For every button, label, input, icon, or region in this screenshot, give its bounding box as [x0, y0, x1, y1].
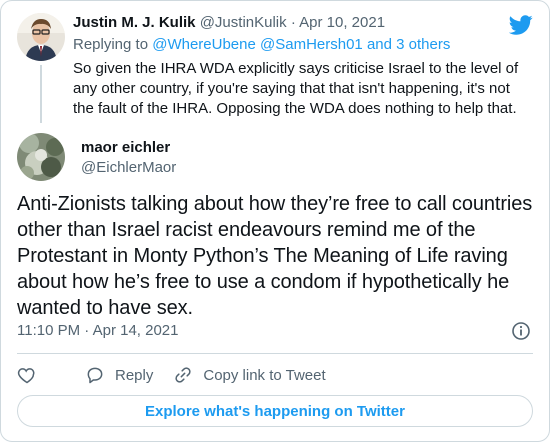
twitter-bird-icon[interactable] [508, 13, 533, 37]
main-author-handle[interactable]: @EichlerMaor [81, 158, 176, 178]
like-button[interactable] [17, 365, 47, 385]
divider [17, 353, 533, 354]
main-author: maor eichler @EichlerMaor [81, 138, 176, 178]
embedded-tweet-card: Justin M. J. Kulik @JustinKulik · Apr 10… [0, 0, 550, 442]
tweet-actions: Reply Copy link to Tweet [17, 363, 346, 387]
replying-to: Replying to @WhereUbene @SamHersh01 and … [73, 35, 533, 55]
copy-link-label: Copy link to Tweet [203, 366, 326, 384]
parent-author-name[interactable]: Justin M. J. Kulik [73, 14, 196, 31]
explore-twitter-button[interactable]: Explore what's happening on Twitter [17, 395, 533, 427]
replying-mention-2[interactable]: @SamHersh01 [260, 36, 363, 53]
main-author-name[interactable]: maor eichler [81, 138, 176, 158]
reply-bubble-icon [87, 367, 103, 384]
parent-tweet-text: So given the IHRA WDA explicitly says cr… [73, 60, 519, 117]
reply-button[interactable]: Reply [85, 365, 153, 385]
parent-header: Justin M. J. Kulik @JustinKulik · Apr 10… [73, 13, 533, 33]
main-avatar[interactable] [17, 133, 65, 181]
copy-link-button[interactable]: Copy link to Tweet [173, 365, 326, 385]
reply-label: Reply [115, 366, 154, 384]
main-tweet-timestamp[interactable]: 11:10 PM · Apr 14, 2021 [17, 321, 179, 341]
parent-tweet-body: Justin M. J. Kulik @JustinKulik · Apr 10… [73, 13, 533, 119]
parent-avatar[interactable] [17, 13, 65, 61]
replying-others[interactable]: and 3 others [367, 36, 450, 53]
parent-separator: · [290, 14, 296, 31]
heart-icon [17, 368, 35, 384]
link-icon [175, 367, 191, 383]
info-icon[interactable] [511, 321, 531, 341]
replying-mention-1[interactable]: @WhereUbene [152, 36, 256, 53]
main-tweet-text: Anti-Zionists talking about how they’re … [17, 193, 533, 319]
parent-author-handle[interactable]: @JustinKulik [200, 14, 287, 31]
replying-prefix: Replying to [73, 36, 149, 53]
thread-connector [40, 65, 42, 123]
parent-date[interactable]: Apr 10, 2021 [299, 14, 385, 31]
